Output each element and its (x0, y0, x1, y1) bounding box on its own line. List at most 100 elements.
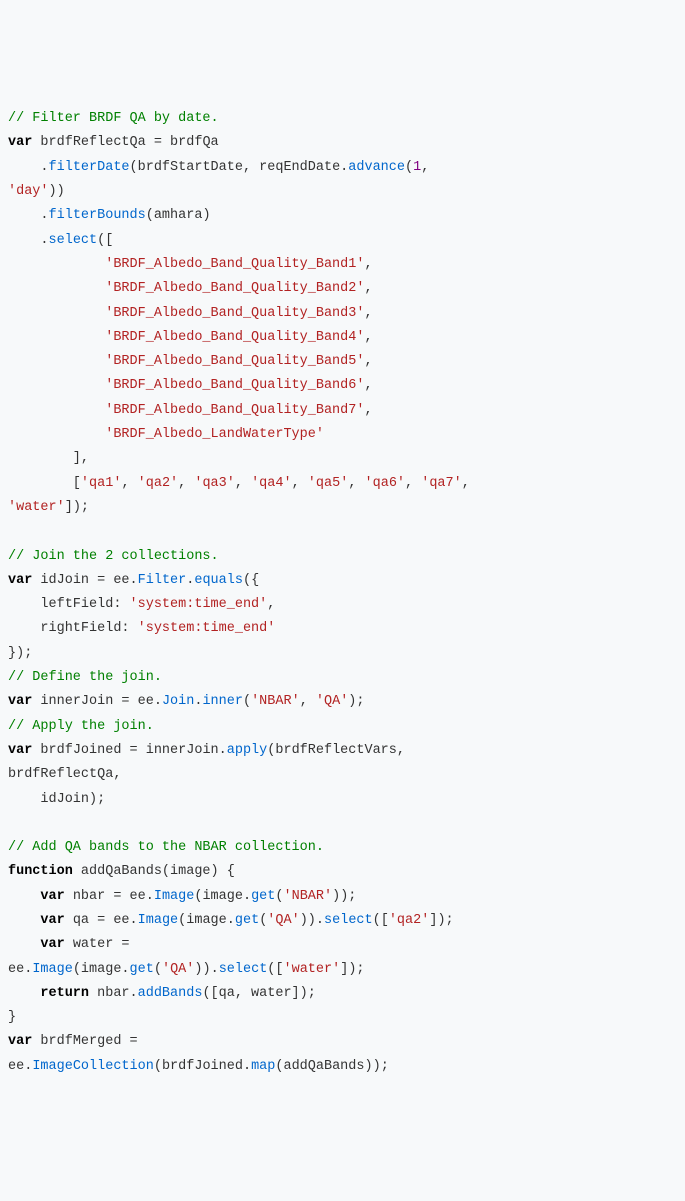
code-text: ([ (373, 913, 389, 928)
keyword: return (40, 986, 89, 1001)
method: advance (348, 160, 405, 175)
string: 'NBAR' (251, 694, 300, 709)
method: Image (138, 913, 179, 928)
method: get (235, 913, 259, 928)
code-text: } (8, 1010, 16, 1025)
method: ImageCollection (32, 1059, 154, 1074)
code-text: . (8, 233, 49, 248)
pad (8, 986, 40, 1001)
method: filterDate (49, 160, 130, 175)
code-text: . (8, 160, 49, 175)
code-text: idJoin); (8, 792, 105, 807)
comment: // Add QA bands to the NBAR collection. (8, 840, 324, 855)
code-text: . (8, 208, 49, 223)
pad (8, 330, 105, 345)
string: 'BRDF_Albedo_Band_Quality_Band7' (105, 403, 364, 418)
comment: // Join the 2 collections. (8, 549, 219, 564)
keyword: function (8, 864, 73, 879)
keyword: var (8, 743, 32, 758)
code-text: )). (194, 962, 218, 977)
code-text: ( (275, 889, 283, 904)
method: inner (202, 694, 243, 709)
string: 'system:time_end' (138, 621, 276, 636)
comment: // Define the join. (8, 670, 162, 685)
method: get (251, 889, 275, 904)
string: 'day' (8, 184, 49, 199)
code-text: innerJoin = ee. (32, 694, 162, 709)
string: 'BRDF_Albedo_Band_Quality_Band1' (105, 257, 364, 272)
code-text: )). (300, 913, 324, 928)
code-text: (addQaBands)); (275, 1059, 388, 1074)
code-text: (brdfJoined. (154, 1059, 251, 1074)
method: Join (162, 694, 194, 709)
string: 'qa3' (194, 476, 235, 491)
code-text: }); (8, 646, 32, 661)
method: filterBounds (49, 208, 146, 223)
method: apply (227, 743, 268, 758)
pad (8, 427, 105, 442)
keyword: var (8, 694, 32, 709)
method: Image (154, 889, 195, 904)
code-text: brdfReflectQa, (8, 767, 121, 782)
code-text: qa = ee. (65, 913, 138, 928)
code-text: ([ (267, 962, 283, 977)
method: select (324, 913, 373, 928)
method: get (130, 962, 154, 977)
code-text: nbar = ee. (65, 889, 154, 904)
string: 'BRDF_Albedo_Band_Quality_Band6' (105, 378, 364, 393)
code-text: , (267, 597, 275, 612)
pad (8, 937, 40, 952)
method: equals (194, 573, 243, 588)
code-text: [ (8, 476, 81, 491)
code-text: ee. (8, 1059, 32, 1074)
string: 'qa7' (421, 476, 462, 491)
code-block: // Filter BRDF QA by date. var brdfRefle… (8, 107, 677, 1079)
string: 'NBAR' (284, 889, 333, 904)
comment: // Filter BRDF QA by date. (8, 111, 219, 126)
string: 'BRDF_Albedo_LandWaterType' (105, 427, 324, 442)
code-text: ee. (8, 962, 32, 977)
code-text: ([qa, water]); (202, 986, 315, 1001)
pad (8, 403, 105, 418)
pad (8, 306, 105, 321)
code-text: ( (243, 694, 251, 709)
code-text: ]); (65, 500, 89, 515)
code-text: rightField: (8, 621, 138, 636)
code-text: brdfJoined = innerJoin. (32, 743, 226, 758)
pad (8, 257, 105, 272)
string: 'QA' (316, 694, 348, 709)
code-text: (amhara) (146, 208, 211, 223)
method: select (49, 233, 98, 248)
method: map (251, 1059, 275, 1074)
keyword: var (40, 913, 64, 928)
string: 'BRDF_Albedo_Band_Quality_Band3' (105, 306, 364, 321)
keyword: var (8, 135, 32, 150)
code-text: ); (348, 694, 364, 709)
pad (8, 378, 105, 393)
comment: // Apply the join. (8, 719, 154, 734)
keyword: var (8, 1034, 32, 1049)
string: 'qa2' (389, 913, 430, 928)
code-text: brdfReflectQa = brdfQa (32, 135, 218, 150)
pad (8, 354, 105, 369)
code-text: (brdfReflectVars, (267, 743, 405, 758)
string: 'water' (8, 500, 65, 515)
string: 'qa4' (251, 476, 292, 491)
string: 'qa5' (308, 476, 349, 491)
string: 'qa2' (138, 476, 179, 491)
code-text: addQaBands(image) { (73, 864, 235, 879)
string: 'BRDF_Albedo_Band_Quality_Band2' (105, 281, 364, 296)
code-text: water = (65, 937, 130, 952)
code-text: ( (154, 962, 162, 977)
code-text: ( (405, 160, 413, 175)
code-text: (image. (194, 889, 251, 904)
string: 'BRDF_Albedo_Band_Quality_Band4' (105, 330, 364, 345)
string: 'qa6' (365, 476, 406, 491)
method: select (219, 962, 268, 977)
keyword: var (40, 937, 64, 952)
pad (8, 281, 105, 296)
code-text: ([ (97, 233, 113, 248)
code-text: (brdfStartDate, reqEndDate. (130, 160, 349, 175)
code-text: (image. (178, 913, 235, 928)
code-text: ]); (340, 962, 364, 977)
